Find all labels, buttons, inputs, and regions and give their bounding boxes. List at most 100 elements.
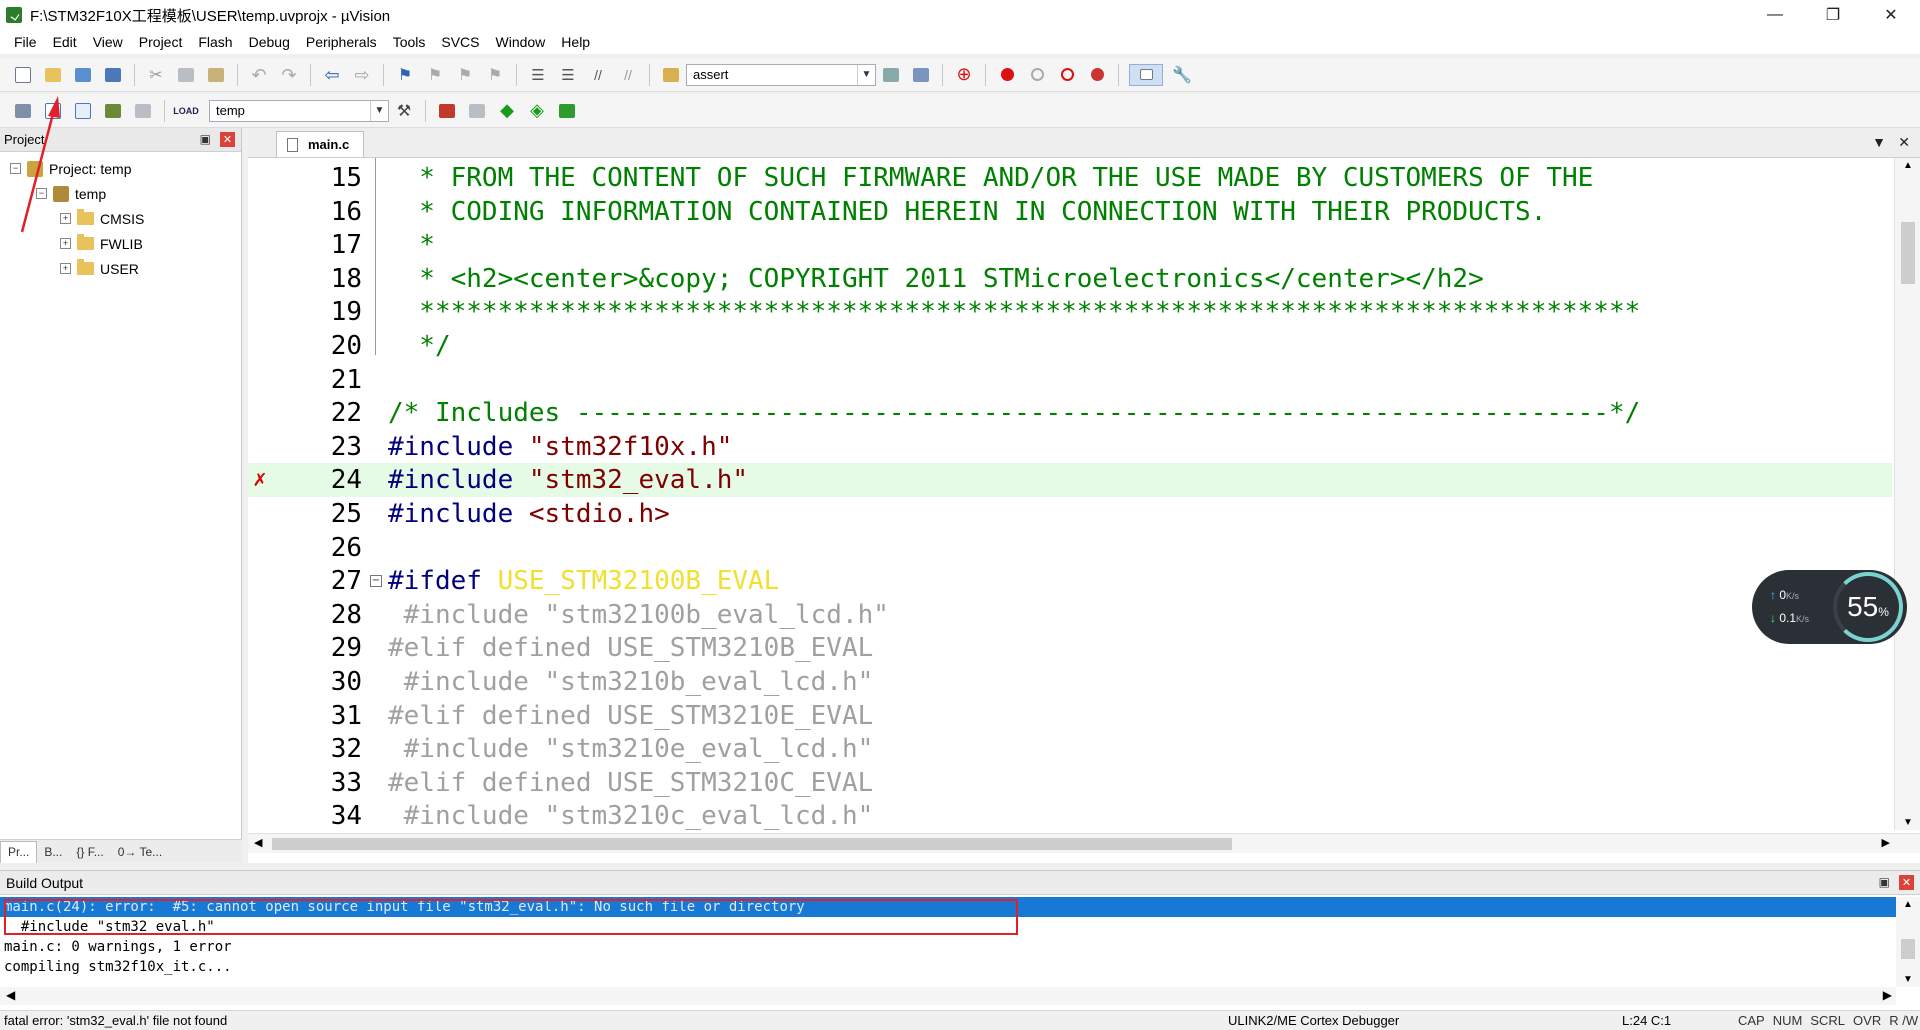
build-horizontal-scrollbar[interactable]: ◀ ▶ — [0, 987, 1896, 1005]
window-layout-icon[interactable] — [1129, 63, 1163, 86]
code-line[interactable]: 23 #include "stm32f10x.h" — [248, 430, 1892, 464]
chevron-down-icon[interactable]: ▼ — [370, 100, 388, 121]
scroll-down-icon[interactable]: ▼ — [1903, 974, 1913, 985]
chevron-down-icon[interactable]: ▼ — [857, 64, 875, 85]
paste-icon[interactable] — [205, 64, 227, 86]
scroll-right-icon[interactable]: ▶ — [1882, 836, 1890, 849]
kill-breakpoints-icon[interactable] — [1086, 64, 1108, 86]
stop-build-icon[interactable] — [132, 100, 154, 122]
bookmark-next-icon[interactable]: ⚑ — [454, 64, 476, 86]
cut-icon[interactable]: ✂ — [145, 64, 167, 86]
build-vertical-scrollbar[interactable]: ▲ ▼ — [1896, 897, 1920, 987]
tab-project[interactable]: Pr... — [0, 840, 38, 863]
incremental-find-icon[interactable] — [910, 64, 932, 86]
comment-icon[interactable]: // — [587, 64, 609, 86]
target-options-icon[interactable]: ⚒ — [393, 100, 415, 122]
code-line[interactable]: 29 #elif defined USE_STM3210B_EVAL — [248, 631, 1892, 665]
code-line[interactable]: 26 — [248, 531, 1892, 565]
find-in-files-icon[interactable] — [660, 64, 682, 86]
tab-templates[interactable]: 0→ Te... — [111, 841, 169, 863]
code-line[interactable]: 16 * CODING INFORMATION CONTAINED HEREIN… — [248, 195, 1892, 229]
copy-icon[interactable] — [175, 64, 197, 86]
find-combo[interactable]: assert ▼ — [686, 63, 876, 86]
debug-session-icon[interactable]: ⊕ — [953, 64, 975, 86]
navigate-back-icon[interactable]: ⇦ — [321, 64, 343, 86]
target-combo[interactable]: temp ▼ — [209, 99, 389, 122]
code-line[interactable]: 28 #include "stm32100b_eval_lcd.h" — [248, 598, 1892, 632]
navigate-forward-icon[interactable]: ⇨ — [351, 64, 373, 86]
code-line[interactable]: 18 * <h2><center>&copy; COPYRIGHT 2011 S… — [248, 262, 1892, 296]
close-button[interactable]: ✕ — [1862, 0, 1920, 30]
scroll-down-icon[interactable]: ▼ — [1903, 817, 1913, 828]
menu-debug[interactable]: Debug — [241, 34, 298, 50]
bookmark-toggle-icon[interactable]: ⚑ — [394, 64, 416, 86]
restore-button[interactable]: ❐ — [1804, 0, 1862, 30]
editor-vertical-scrollbar[interactable]: ▲ ▼ — [1894, 158, 1920, 830]
code-line[interactable]: 19 *************************************… — [248, 295, 1892, 329]
bookmark-clear-icon[interactable]: ⚑ — [484, 64, 506, 86]
pin-icon[interactable]: ▣ — [1879, 875, 1890, 889]
code-line[interactable]: 27− #ifdef USE_STM32100B_EVAL — [248, 564, 1892, 598]
code-line[interactable]: 21 — [248, 363, 1892, 397]
run-time-environment-icon[interactable] — [556, 100, 578, 122]
code-line[interactable]: 17 * — [248, 228, 1892, 262]
scroll-right-icon[interactable]: ▶ — [1883, 988, 1892, 1002]
menu-window[interactable]: Window — [488, 34, 554, 50]
code-line[interactable]: 33 #elif defined USE_STM3210C_EVAL — [248, 766, 1892, 800]
tab-books[interactable]: B... — [37, 841, 69, 863]
tab-main-c[interactable]: main.c — [276, 131, 365, 157]
uncomment-icon[interactable]: // — [617, 64, 639, 86]
insert-breakpoint-icon[interactable] — [996, 64, 1018, 86]
code-line[interactable]: 15 * FROM THE CONTENT OF SUCH FIRMWARE A… — [248, 161, 1892, 195]
scroll-up-icon[interactable]: ▲ — [1903, 160, 1913, 171]
code-line[interactable]: 25 #include <stdio.h> — [248, 497, 1892, 531]
enable-breakpoint-icon[interactable] — [1026, 64, 1048, 86]
menu-svcs[interactable]: SVCS — [433, 34, 487, 50]
find-icon[interactable] — [880, 64, 902, 86]
menu-peripherals[interactable]: Peripherals — [298, 34, 385, 50]
close-tab-icon[interactable]: ✕ — [1898, 134, 1910, 151]
menu-flash[interactable]: Flash — [190, 34, 240, 50]
manage-project-items-icon[interactable] — [436, 100, 458, 122]
menu-project[interactable]: Project — [131, 34, 191, 50]
build-line[interactable]: main.c: 0 warnings, 1 error — [0, 937, 1896, 957]
scrollbar-thumb[interactable] — [272, 838, 1232, 850]
menu-tools[interactable]: Tools — [385, 34, 434, 50]
code-line[interactable]: 32 #include "stm3210e_eval_lcd.h" — [248, 732, 1892, 766]
download-load-icon[interactable]: LOAD — [173, 100, 199, 122]
select-packs-icon[interactable]: ◆ — [496, 100, 518, 122]
code-line[interactable]: ✗ 24 #include "stm32_eval.h" — [248, 463, 1892, 498]
scroll-left-icon[interactable]: ◀ — [254, 836, 262, 849]
tree-item-user[interactable]: + USER — [0, 256, 241, 281]
bookmark-prev-icon[interactable]: ⚑ — [424, 64, 446, 86]
redo-icon[interactable]: ↷ — [278, 64, 300, 86]
pack-installer-icon[interactable]: ◈ — [526, 100, 548, 122]
scroll-left-icon[interactable]: ◀ — [6, 988, 15, 1002]
pin-icon[interactable]: ▣ — [200, 132, 211, 146]
close-icon[interactable]: ✕ — [1899, 875, 1914, 890]
code-view[interactable]: 15 * FROM THE CONTENT OF SUCH FIRMWARE A… — [248, 158, 1892, 830]
batch-build-icon[interactable] — [102, 100, 124, 122]
expand-icon[interactable]: + — [60, 263, 71, 274]
disable-breakpoints-icon[interactable] — [1056, 64, 1078, 86]
network-speed-widget[interactable]: ↑ 0K/s ↓ 0.1K/s 55% — [1752, 570, 1907, 644]
tab-functions[interactable]: {} F... — [69, 841, 110, 863]
code-line[interactable]: 30 #include "stm3210b_eval_lcd.h" — [248, 665, 1892, 699]
editor-horizontal-scrollbar[interactable]: ◀ ▶ — [248, 833, 1920, 853]
menu-help[interactable]: Help — [553, 34, 598, 50]
build-line[interactable]: compiling stm32f10x_it.c... — [0, 957, 1896, 977]
unindent-icon[interactable]: ☰ — [557, 64, 579, 86]
minimize-button[interactable]: — — [1746, 0, 1804, 30]
code-line[interactable]: 31 #elif defined USE_STM3210E_EVAL — [248, 699, 1892, 733]
manage-multiproject-icon[interactable] — [466, 100, 488, 122]
fold-collapse-icon[interactable]: − — [370, 575, 382, 588]
scrollbar-thumb[interactable] — [1901, 939, 1915, 959]
code-line[interactable]: 22 /* Includes --------------------------… — [248, 396, 1892, 430]
scroll-up-icon[interactable]: ▲ — [1903, 899, 1913, 910]
menu-view[interactable]: View — [85, 34, 131, 50]
code-line[interactable]: 34 #include "stm3210c_eval_lcd.h" — [248, 799, 1892, 830]
indent-icon[interactable]: ☰ — [527, 64, 549, 86]
close-icon[interactable]: ✕ — [220, 132, 235, 147]
save-all-icon[interactable] — [102, 64, 124, 86]
tab-list-chevron-down-icon[interactable]: ▼ — [1872, 134, 1886, 150]
